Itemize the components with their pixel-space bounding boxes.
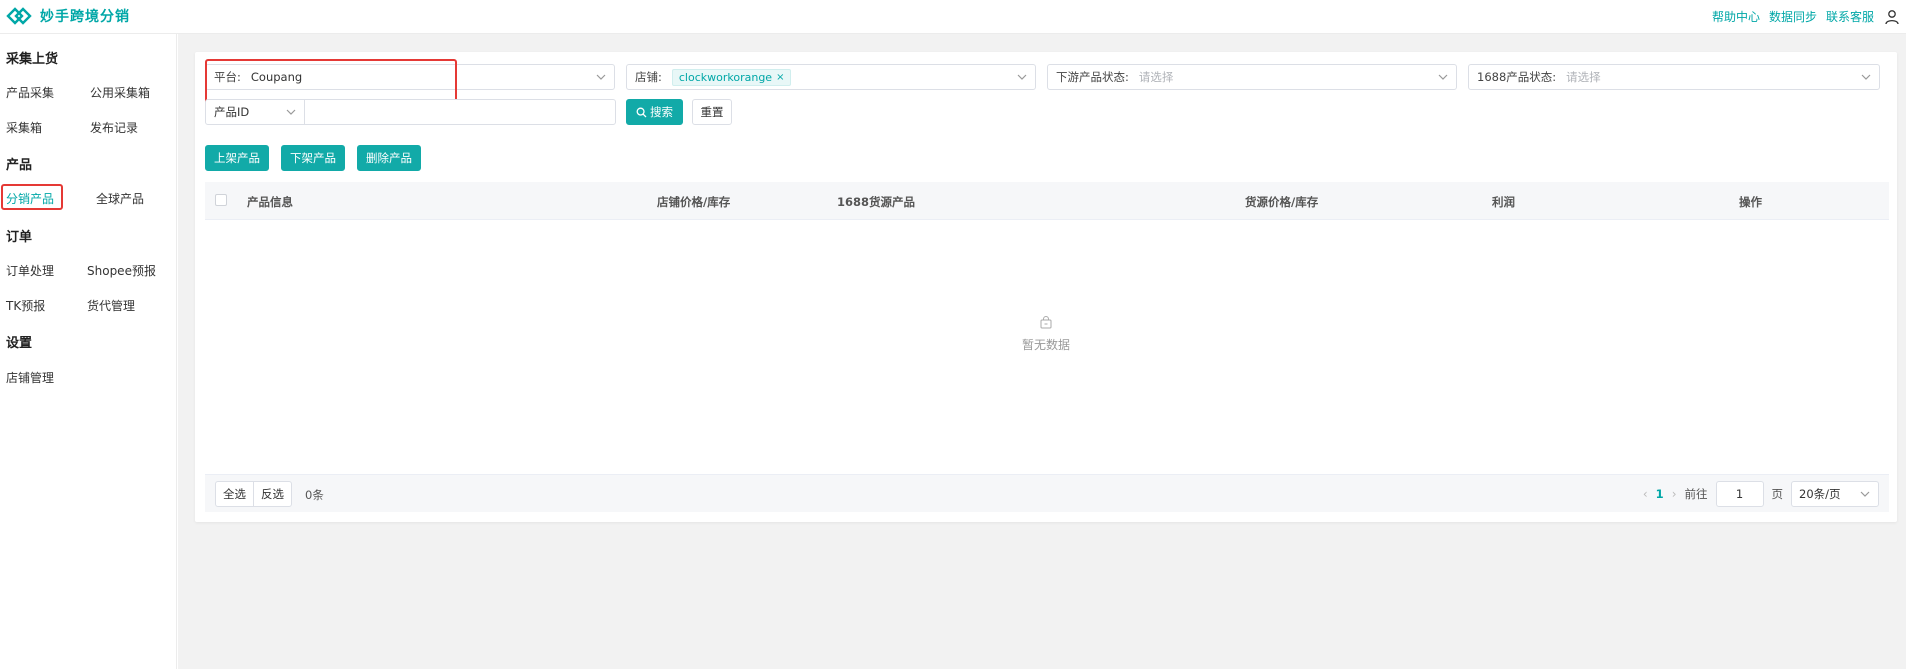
sidebar-item-publish-record[interactable]: 发布记录 (90, 119, 138, 136)
platform-value: Coupang (250, 70, 303, 84)
section-title-settings: 设置 (6, 336, 33, 351)
sidebar-item-store-manage[interactable]: 店铺管理 (6, 369, 54, 386)
sidebar-item-global-product[interactable]: 全球产品 (96, 190, 144, 207)
invert-select-button[interactable]: 反选 (253, 482, 291, 506)
app-name: 妙手跨境分销 (40, 9, 130, 25)
sidebar-item-shopee-forecast[interactable]: Shopee预报 (87, 262, 156, 279)
col-1688-source: 1688货源产品 (837, 195, 916, 209)
table-footer: 全选 反选 0条 ‹ 1 › 前往 1 页 20条/页 (205, 474, 1889, 512)
next-page-icon[interactable]: › (1672, 487, 1677, 501)
empty-box-icon (1040, 316, 1052, 329)
tag-close-icon[interactable]: × (776, 72, 784, 83)
goto-page-input[interactable]: 1 (1715, 481, 1764, 507)
store-tag: clockworkorange × (671, 68, 792, 86)
total-count: 0条 (305, 488, 324, 502)
list-product-button[interactable]: 上架产品 (205, 145, 269, 171)
chevron-down-icon (286, 109, 296, 115)
pagination: ‹ 1 › 前往 1 页 20条/页 (1635, 481, 1879, 507)
sidebar-item-public-collect-box[interactable]: 公用采集箱 (90, 84, 150, 101)
downstream-status-select[interactable]: 下游产品状态: 请选择 (1047, 64, 1457, 90)
store-select[interactable]: 店铺: clockworkorange × (626, 64, 1036, 90)
user-icon[interactable] (1884, 9, 1900, 25)
section-title-order: 订单 (6, 230, 33, 245)
section-title-product: 产品 (6, 158, 33, 173)
select-all-checkbox[interactable] (215, 194, 227, 206)
logo-icon (6, 6, 32, 26)
downstream-status-label: 下游产品状态: (1056, 70, 1129, 84)
page-size-value: 20条/页 (1799, 487, 1841, 501)
id-type-value: 产品ID (214, 105, 250, 119)
chevron-down-icon (1017, 74, 1027, 80)
store-label: 店铺: (635, 70, 662, 84)
col-store-price-stock: 店铺价格/库存 (657, 195, 731, 209)
downstream-status-placeholder: 请选择 (1138, 70, 1174, 84)
contact-support-link[interactable]: 联系客服 (1826, 8, 1874, 25)
content-card: 平台: Coupang 店铺: clockworkorange × 下游产品状态… (195, 52, 1897, 522)
data-sync-link[interactable]: 数据同步 (1769, 8, 1817, 25)
chevron-down-icon (1438, 74, 1448, 80)
sidebar-item-forwarder[interactable]: 货代管理 (87, 297, 135, 314)
delete-product-button[interactable]: 删除产品 (357, 145, 421, 171)
goto-label: 前往 (1684, 487, 1708, 501)
chevron-down-icon (1860, 491, 1870, 497)
table-header: 产品信息 店铺价格/库存 1688货源产品 货源价格/库存 利润 操作 (205, 182, 1889, 220)
product-id-input[interactable] (304, 99, 616, 125)
search-button-label: 搜索 (650, 105, 673, 119)
reset-button[interactable]: 重置 (692, 99, 732, 125)
prev-page-icon[interactable]: ‹ (1643, 487, 1648, 501)
platform-select[interactable]: 平台: Coupang (205, 64, 615, 90)
page-unit-label: 页 (1771, 487, 1784, 501)
sidebar-item-product-collect[interactable]: 产品采集 (6, 84, 54, 101)
sidebar-item-collect-box[interactable]: 采集箱 (6, 119, 42, 136)
empty-text: 暂无数据 (1021, 338, 1070, 352)
empty-state: 暂无数据 (195, 316, 1897, 353)
store-tag-text: clockworkorange (678, 70, 773, 84)
chevron-down-icon (1861, 74, 1871, 80)
col-product-info: 产品信息 (247, 195, 293, 209)
selection-buttons: 全选 反选 (215, 481, 292, 507)
page-size-select[interactable]: 20条/页 (1791, 481, 1879, 507)
sidebar: 采集上货 产品采集 公用采集箱 采集箱 发布记录 产品 分销产品 全球产品 订单… (0, 34, 177, 669)
chevron-down-icon (596, 74, 606, 80)
search-icon (636, 107, 647, 117)
col-profit: 利润 (1492, 195, 1515, 209)
status-1688-label: 1688产品状态: (1477, 70, 1557, 84)
col-actions: 操作 (1739, 195, 1762, 209)
search-button[interactable]: 搜索 (626, 99, 683, 125)
top-header: 妙手跨境分销 帮助中心 数据同步 联系客服 (0, 0, 1906, 34)
id-type-select[interactable]: 产品ID (205, 99, 305, 125)
col-source-price-stock: 货源价格/库存 (1245, 195, 1319, 209)
sidebar-item-tk-forecast[interactable]: TK预报 (6, 297, 45, 314)
section-title-collect: 采集上货 (6, 52, 59, 67)
delist-product-button[interactable]: 下架产品 (281, 145, 345, 171)
app-logo[interactable]: 妙手跨境分销 (6, 6, 130, 26)
status-1688-placeholder: 请选择 (1566, 70, 1601, 84)
platform-label: 平台: (214, 70, 241, 84)
sidebar-item-distribution-product[interactable]: 分销产品 (6, 190, 54, 207)
status-1688-select[interactable]: 1688产品状态: 请选择 (1468, 64, 1880, 90)
main-area: 平台: Coupang 店铺: clockworkorange × 下游产品状态… (178, 34, 1906, 669)
sidebar-item-order-process[interactable]: 订单处理 (6, 262, 54, 279)
help-center-link[interactable]: 帮助中心 (1712, 8, 1760, 25)
page-number[interactable]: 1 (1656, 487, 1664, 501)
select-all-button[interactable]: 全选 (216, 482, 253, 506)
